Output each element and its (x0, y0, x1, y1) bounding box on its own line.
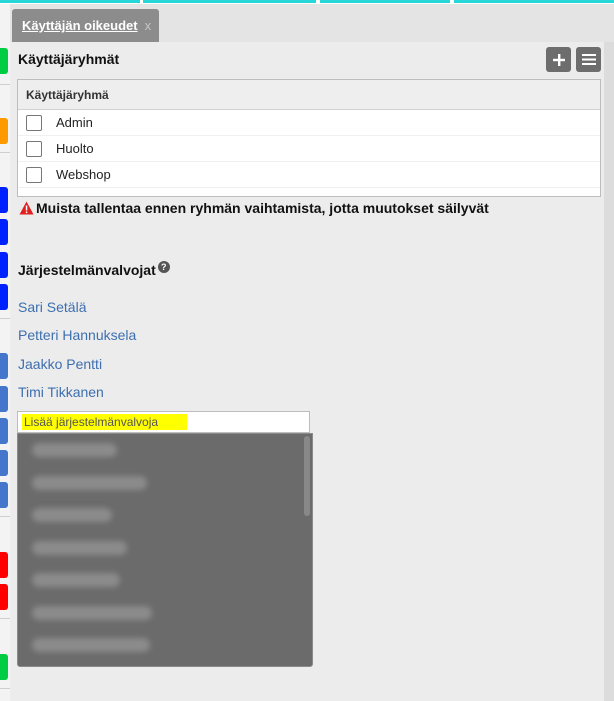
group-label: Admin (56, 115, 93, 130)
list-item[interactable] (18, 499, 312, 532)
list-item[interactable] (18, 564, 312, 597)
tab-label[interactable]: Käyttäjän oikeudet (22, 18, 138, 33)
group-checkbox[interactable] (26, 140, 42, 157)
help-icon[interactable]: ? (157, 261, 170, 273)
list-item[interactable] (18, 532, 312, 565)
user-rights-panel: Käyttäjäryhmät Käyttäjäryhmä Admin Huolt… (10, 42, 604, 701)
admin-link[interactable]: Sari Setälä (18, 299, 86, 315)
add-group-button[interactable] (546, 47, 571, 72)
table-row[interactable]: Admin (18, 110, 600, 136)
status-mark (0, 284, 8, 310)
status-mark (0, 386, 8, 412)
groups-title: Käyttäjäryhmät (18, 51, 120, 67)
dropdown-scrollbar[interactable] (304, 436, 310, 516)
status-mark (0, 584, 8, 610)
menu-button[interactable] (576, 47, 601, 72)
left-status-stripe (0, 4, 10, 701)
add-admin-input[interactable]: Lisää järjestelmänvalvoja (17, 411, 310, 433)
status-mark (0, 552, 8, 578)
status-mark (0, 187, 8, 213)
add-admin-placeholder: Lisää järjestelmänvalvoja (22, 414, 187, 430)
tab-user-rights[interactable]: Käyttäjän oikeudet x (12, 9, 159, 42)
group-checkbox[interactable] (26, 166, 42, 183)
status-mark (0, 219, 8, 245)
admin-link[interactable]: Jaakko Pentti (18, 356, 102, 372)
status-mark (0, 418, 8, 444)
right-edge (604, 42, 614, 701)
column-header: Käyttäjäryhmä (18, 80, 600, 110)
groups-table: Käyttäjäryhmä Admin Huolto Webshop (17, 79, 601, 197)
menu-icon (581, 54, 596, 65)
group-label: Webshop (56, 167, 111, 182)
warning-icon (19, 201, 34, 215)
status-mark (0, 118, 8, 144)
group-checkbox[interactable] (26, 114, 42, 131)
list-item[interactable] (18, 597, 312, 630)
table-row[interactable]: Webshop (18, 162, 600, 188)
save-warning: Muista tallentaa ennen ryhmän vaihtamist… (19, 200, 489, 216)
status-mark (0, 353, 8, 379)
warning-text: Muista tallentaa ennen ryhmän vaihtamist… (36, 200, 489, 216)
status-mark (0, 482, 8, 508)
status-mark (0, 654, 8, 680)
list-item[interactable] (18, 434, 312, 467)
admins-title-text: Järjestelmänvalvojat (18, 262, 156, 278)
status-mark (0, 48, 8, 74)
tab-bar: Käyttäjän oikeudet x (10, 4, 614, 42)
plus-icon (552, 53, 565, 66)
list-item[interactable] (18, 629, 312, 662)
group-label: Huolto (56, 141, 94, 156)
admin-link[interactable]: Petteri Hannuksela (18, 327, 136, 343)
table-row[interactable]: Huolto (18, 136, 600, 162)
list-item[interactable] (18, 467, 312, 500)
tab-close-icon[interactable]: x (145, 18, 152, 33)
status-mark (0, 252, 8, 278)
admin-link[interactable]: Timi Tikkanen (18, 384, 104, 400)
admin-suggestions-dropdown[interactable] (17, 433, 313, 667)
admins-title: Järjestelmänvalvojat ? (18, 261, 170, 278)
status-mark (0, 450, 8, 476)
